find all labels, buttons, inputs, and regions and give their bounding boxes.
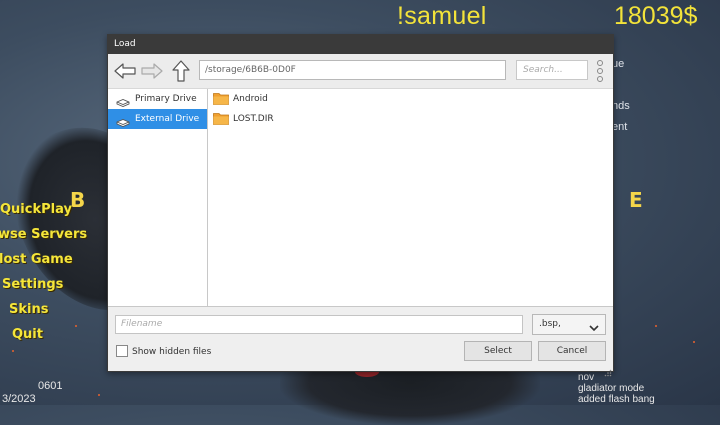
menu-item-host-game[interactable]: lost Game — [0, 247, 87, 272]
changelog-line: gladiator mode — [578, 383, 645, 394]
dialog-toolbar: /storage/6B6B-0D0F Search... — [108, 54, 613, 89]
list-item-android[interactable]: Android — [208, 89, 613, 109]
load-dialog: Load /storage/6B6B-0D0F Search... Primar… — [107, 34, 614, 377]
version-info: 0601 3/2023 — [0, 380, 62, 406]
file-name: Android — [233, 94, 268, 104]
logo-letter-right: E — [629, 188, 643, 212]
changelog-line: nov — [578, 372, 595, 383]
path-input[interactable]: /storage/6B6B-0D0F — [199, 60, 506, 80]
back-arrow-icon[interactable] — [114, 61, 136, 81]
spark — [12, 350, 14, 352]
file-list: Android LOST.DIR — [208, 89, 613, 306]
player-name: !samuel — [397, 2, 487, 30]
chevron-down-icon — [589, 321, 599, 340]
list-item-lost-dir[interactable]: LOST.DIR — [208, 109, 613, 129]
date-text: 3/2023 — [2, 393, 36, 405]
money-counter: 18039$ — [614, 2, 698, 30]
sidebar-item-label: Primary Drive — [135, 94, 197, 104]
folder-icon — [213, 112, 229, 125]
dialog-footer: Filename .bsp, Show hidden files Select … — [108, 307, 613, 377]
dialog-title: Load — [108, 35, 613, 54]
more-options-icon[interactable] — [594, 59, 606, 83]
cancel-button[interactable]: Cancel — [538, 341, 606, 361]
file-type-select[interactable]: .bsp, — [532, 314, 606, 335]
menu-item-quickplay[interactable]: QuickPlay — [0, 197, 87, 222]
folder-icon — [213, 92, 229, 105]
show-hidden-label: Show hidden files — [132, 347, 212, 357]
right-menu-item[interactable]: ent — [612, 121, 627, 133]
menu-item-browse-servers[interactable]: wse Servers — [0, 222, 87, 247]
menu-item-settings[interactable]: Settings — [0, 272, 87, 297]
changelog: nov gladiator mode added flash bang — [578, 372, 655, 405]
spark — [98, 394, 100, 396]
menu-item-skins[interactable]: Skins — [0, 297, 87, 322]
menu-item-quit[interactable]: Quit — [0, 322, 87, 347]
drive-sidebar: Primary Drive External Drive — [108, 89, 208, 306]
sidebar-item-primary-drive[interactable]: Primary Drive — [108, 89, 207, 109]
show-hidden-row: Show hidden files — [116, 344, 212, 359]
sidebar-item-label: External Drive — [135, 114, 200, 124]
drive-icon — [116, 95, 130, 107]
spark — [693, 341, 695, 343]
version-text: 0601 — [38, 380, 63, 392]
file-browser: Primary Drive External Drive Android LOS… — [108, 89, 613, 307]
filename-input[interactable]: Filename — [115, 315, 523, 334]
forward-arrow-icon[interactable] — [141, 61, 163, 81]
sidebar-item-external-drive[interactable]: External Drive — [108, 109, 207, 129]
spark — [655, 325, 657, 327]
drive-icon — [116, 115, 130, 127]
search-input[interactable]: Search... — [516, 60, 588, 80]
file-type-value: .bsp, — [539, 319, 561, 329]
up-arrow-icon[interactable] — [170, 60, 192, 82]
changelog-line: added flash bang — [578, 394, 655, 405]
show-hidden-checkbox[interactable] — [116, 344, 128, 357]
main-menu: QuickPlay wse Servers lost Game Settings… — [0, 197, 87, 347]
select-button[interactable]: Select — [464, 341, 532, 361]
file-name: LOST.DIR — [233, 114, 274, 124]
resize-grip-icon[interactable] — [604, 362, 612, 377]
right-menu-item[interactable]: nds — [612, 100, 630, 112]
